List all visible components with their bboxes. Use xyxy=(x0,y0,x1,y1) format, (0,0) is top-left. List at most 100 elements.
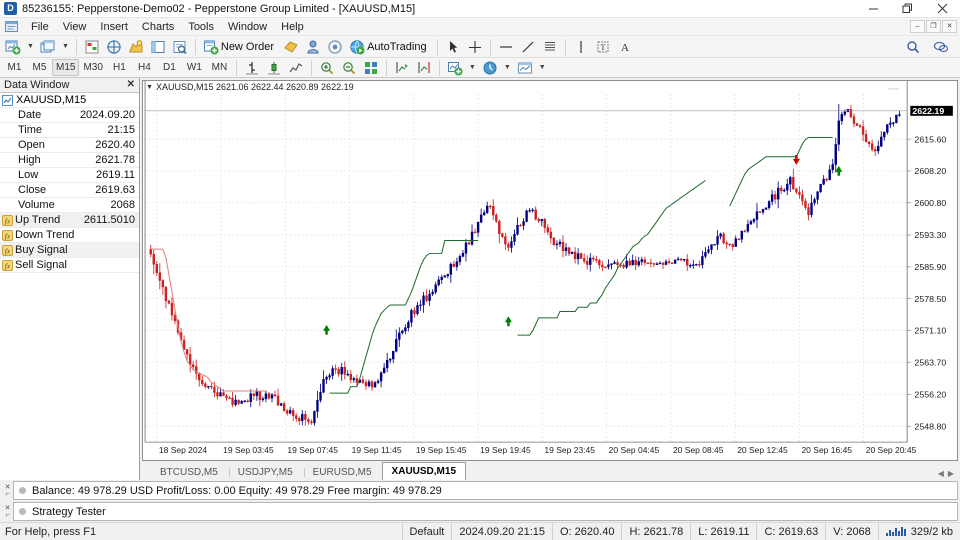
strategy-tester-panel-body[interactable]: Strategy Tester xyxy=(13,502,958,521)
close-icon[interactable]: ✕ xyxy=(5,505,11,512)
menu-bar: File View Insert Charts Tools Window Hel… xyxy=(0,18,960,36)
period-h1[interactable]: H1 xyxy=(107,59,132,76)
fibonacci-icon xyxy=(544,41,555,50)
indicators-button[interactable] xyxy=(444,58,466,78)
community-chat-button[interactable] xyxy=(930,37,952,57)
text-label-tool[interactable]: T xyxy=(592,37,614,57)
mdi-close[interactable]: ✕ xyxy=(942,20,957,33)
period-w1[interactable]: W1 xyxy=(182,59,207,76)
market-watch-button[interactable] xyxy=(81,37,103,57)
cursor-tool[interactable] xyxy=(442,37,464,57)
fibonacci-tool[interactable] xyxy=(539,37,561,57)
tab-usdjpy-m5[interactable]: USDJPY,M5 xyxy=(228,464,303,480)
close-icon[interactable]: ✕ xyxy=(5,484,11,491)
templates-button[interactable] xyxy=(514,58,536,78)
terminal-panel-controls: ✕ ⌐ xyxy=(2,481,13,500)
minimize-icon[interactable] xyxy=(856,0,890,17)
svg-text:20 Sep 08:45: 20 Sep 08:45 xyxy=(673,445,724,455)
autotrading-button[interactable]: AutoTrading xyxy=(346,37,433,57)
svg-text:fx: fx xyxy=(5,216,11,225)
vertical-line-icon xyxy=(579,40,582,53)
data-row-sell-signal: fx Sell Signal xyxy=(0,258,139,273)
chevron-down-icon[interactable]: ▼ xyxy=(146,84,153,91)
period-m15[interactable]: M15 xyxy=(52,59,80,76)
new-chart-button[interactable] xyxy=(2,37,24,57)
signal-bars-icon xyxy=(885,527,906,536)
crosshair-tool[interactable] xyxy=(464,37,486,57)
autotrading-label: AutoTrading xyxy=(367,40,427,53)
svg-text:2600.80: 2600.80 xyxy=(914,198,946,208)
zoom-out-button[interactable] xyxy=(338,58,360,78)
bar-chart-button[interactable] xyxy=(241,58,263,78)
chart-shift-button[interactable] xyxy=(413,58,435,78)
line-chart-button[interactable] xyxy=(285,58,307,78)
close-icon[interactable]: ✕ xyxy=(127,80,139,90)
mdi-minimize[interactable]: – xyxy=(910,20,925,33)
search-button[interactable] xyxy=(902,37,924,57)
menu-window[interactable]: Window xyxy=(221,19,274,35)
horizontal-line-tool[interactable] xyxy=(495,37,517,57)
period-mn[interactable]: MN xyxy=(207,59,232,76)
status-close: C: 2619.63 xyxy=(756,523,825,540)
svg-text:19 Sep 15:45: 19 Sep 15:45 xyxy=(416,445,467,455)
indicators-caret[interactable]: ▼ xyxy=(466,64,479,71)
menu-file[interactable]: File xyxy=(24,19,56,35)
chevron-right-icon[interactable]: ▶ xyxy=(948,469,954,478)
menu-insert[interactable]: Insert xyxy=(93,19,135,35)
metatrader-logo-icon: D xyxy=(4,2,17,15)
menu-view[interactable]: View xyxy=(56,19,94,35)
chart-header-text: XAUUSD,M15 2621.06 2622.44 2620.89 2622.… xyxy=(155,82,354,92)
period-m5[interactable]: M5 xyxy=(27,59,52,76)
period-m1[interactable]: M1 xyxy=(2,59,27,76)
close-icon[interactable] xyxy=(924,0,960,17)
auto-scroll-button[interactable] xyxy=(391,58,413,78)
text-a-icon: A xyxy=(621,42,629,54)
menu-tools[interactable]: Tools xyxy=(181,19,221,35)
data-window-button[interactable] xyxy=(103,37,125,57)
restore-icon[interactable] xyxy=(890,0,924,17)
indicator-fx-icon: fx xyxy=(2,244,13,256)
svg-text:2548.80: 2548.80 xyxy=(914,422,946,432)
svg-text:18 Sep 2024: 18 Sep 2024 xyxy=(159,445,208,455)
candlestick-chart-button[interactable] xyxy=(263,58,285,78)
new-order-button[interactable]: New Order xyxy=(200,37,280,57)
terminal-button[interactable] xyxy=(147,37,169,57)
period-toolbar: M1 M5 M15 M30 H1 H4 D1 W1 MN ▼ ▼ ▼ xyxy=(0,58,960,78)
svg-text:20 Sep 16:45: 20 Sep 16:45 xyxy=(801,445,852,455)
period-h4[interactable]: H4 xyxy=(132,59,157,76)
mdi-restore[interactable]: ❐ xyxy=(926,20,941,33)
tab-btcusd-m5[interactable]: BTCUSD,M5 xyxy=(150,464,228,480)
trendline-tool[interactable] xyxy=(517,37,539,57)
zoom-out-icon xyxy=(343,61,356,74)
profiles-icon xyxy=(40,40,55,52)
menu-help[interactable]: Help xyxy=(274,19,311,35)
pin-icon[interactable]: ⌐ xyxy=(5,491,9,498)
chevron-left-icon[interactable]: ◀ xyxy=(938,469,944,478)
period-d1[interactable]: D1 xyxy=(157,59,182,76)
templates-caret[interactable]: ▼ xyxy=(536,64,549,71)
chart-window[interactable]: ▼ XAUUSD,M15 2621.06 2622.44 2620.89 262… xyxy=(142,80,958,461)
text-tool[interactable]: A xyxy=(614,37,636,57)
profiles-caret[interactable]: ▼ xyxy=(59,43,72,50)
price-chart[interactable]: 2615.60 2608.20 2600.80 2593.30 2585.90 2578.… xyxy=(143,81,957,460)
metaeditor-button[interactable] xyxy=(280,37,302,57)
svg-text:19 Sep 03:45: 19 Sep 03:45 xyxy=(223,445,274,455)
strategy-tester-button[interactable] xyxy=(169,37,191,57)
signals-button[interactable] xyxy=(324,37,346,57)
navigator-button[interactable] xyxy=(125,37,147,57)
period-m30[interactable]: M30 xyxy=(79,59,106,76)
terminal-panel-body[interactable]: Balance: 49 978.29 USD Profit/Loss: 0.00… xyxy=(13,481,958,500)
pin-icon[interactable]: ⌐ xyxy=(5,512,9,519)
new-chart-caret[interactable]: ▼ xyxy=(24,43,37,50)
tile-windows-button[interactable] xyxy=(360,58,382,78)
status-profile[interactable]: Default xyxy=(401,523,452,540)
vertical-line-tool[interactable] xyxy=(570,37,592,57)
menu-charts[interactable]: Charts xyxy=(135,19,181,35)
periods-button[interactable] xyxy=(479,58,501,78)
expert-advisors-button[interactable] xyxy=(302,37,324,57)
periods-caret[interactable]: ▼ xyxy=(501,64,514,71)
profiles-button[interactable] xyxy=(37,37,59,57)
tab-eurusd-m5[interactable]: EURUSD,M5 xyxy=(303,464,382,480)
tab-xauusd-m15[interactable]: XAUUSD,M15 xyxy=(381,462,467,480)
zoom-in-button[interactable] xyxy=(316,58,338,78)
